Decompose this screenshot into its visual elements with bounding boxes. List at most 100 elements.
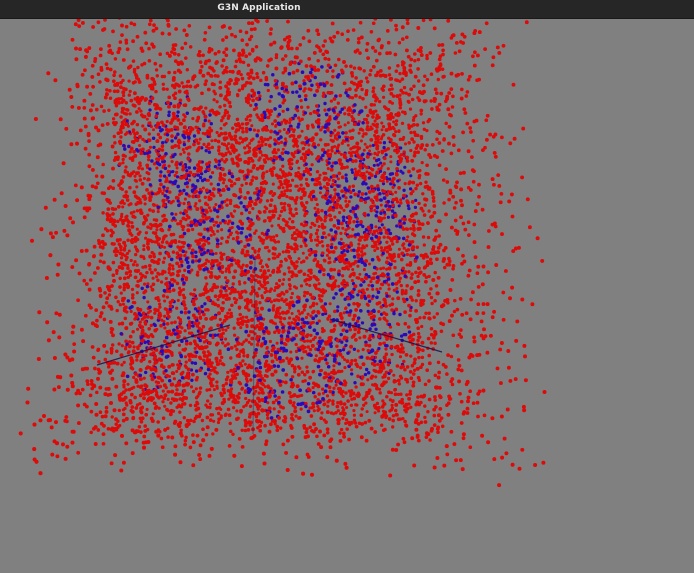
blue-point <box>277 137 281 141</box>
red-point <box>405 365 410 369</box>
blue-point <box>164 152 168 156</box>
red-point <box>270 171 274 176</box>
red-point <box>251 246 255 251</box>
blue-point <box>379 198 383 202</box>
red-point <box>340 32 345 37</box>
red-point <box>212 98 216 102</box>
red-point <box>464 94 469 98</box>
red-point <box>315 434 319 439</box>
red-point <box>220 362 225 366</box>
red-point <box>417 335 422 339</box>
red-point <box>326 404 330 408</box>
red-point <box>167 70 171 75</box>
red-point <box>322 171 326 175</box>
red-point <box>338 125 342 129</box>
red-point <box>423 382 428 387</box>
red-point <box>316 58 320 63</box>
red-point <box>257 158 261 162</box>
red-point <box>337 390 342 394</box>
blue-point <box>323 101 327 106</box>
red-point <box>235 117 240 122</box>
blue-point <box>353 176 357 181</box>
red-point <box>315 44 319 48</box>
red-point <box>296 309 301 313</box>
red-point <box>218 221 222 225</box>
blue-point <box>359 309 363 313</box>
red-point <box>332 364 336 368</box>
red-point <box>282 299 287 304</box>
red-point <box>393 388 397 392</box>
red-point <box>363 420 368 425</box>
red-point <box>429 99 433 103</box>
red-point <box>219 414 223 418</box>
red-point <box>427 209 431 213</box>
red-point <box>138 320 142 324</box>
red-point <box>139 254 144 259</box>
red-point <box>294 333 298 338</box>
red-point <box>110 343 115 347</box>
red-point <box>385 394 389 399</box>
red-point <box>162 256 167 260</box>
red-point <box>248 74 253 79</box>
red-point <box>153 82 157 86</box>
red-point <box>123 309 127 313</box>
red-point <box>220 264 225 269</box>
red-point <box>101 162 105 167</box>
red-point <box>417 201 421 206</box>
red-point <box>275 234 279 238</box>
red-point <box>385 179 389 183</box>
red-point <box>428 438 432 442</box>
blue-point <box>303 111 308 115</box>
red-point <box>229 368 234 373</box>
red-point <box>423 147 427 152</box>
red-point <box>119 80 123 85</box>
red-point <box>315 243 319 247</box>
red-point <box>144 231 149 235</box>
red-point <box>317 224 321 229</box>
red-point <box>410 285 414 290</box>
red-point <box>142 247 146 252</box>
red-point <box>316 208 320 212</box>
red-point <box>219 118 224 123</box>
point-cloud-canvas[interactable] <box>0 19 694 573</box>
red-point <box>313 206 317 210</box>
red-point <box>421 121 426 125</box>
red-point <box>240 122 245 126</box>
red-point <box>351 128 355 132</box>
red-point <box>158 384 163 389</box>
red-point <box>233 34 238 39</box>
red-point <box>314 197 318 202</box>
red-point <box>136 327 140 331</box>
red-point <box>122 360 126 364</box>
red-point <box>397 382 402 386</box>
red-point <box>111 178 116 183</box>
red-point <box>255 343 259 347</box>
red-point <box>240 211 244 216</box>
red-point <box>411 118 416 122</box>
red-point <box>386 363 391 367</box>
render-viewport[interactable] <box>0 19 694 573</box>
red-point <box>127 79 131 83</box>
red-point <box>138 178 143 182</box>
red-point <box>365 287 369 291</box>
blue-point <box>364 197 368 201</box>
red-point <box>431 199 436 203</box>
red-point <box>229 356 233 360</box>
red-point <box>193 346 197 350</box>
blue-point <box>351 295 355 299</box>
blue-point <box>203 302 207 306</box>
blue-point <box>280 390 285 394</box>
window-title-bar[interactable]: G3N Application <box>0 0 694 19</box>
red-point <box>441 178 446 182</box>
blue-point <box>203 118 208 123</box>
red-point <box>245 400 250 405</box>
red-point <box>265 64 270 68</box>
red-point <box>176 53 181 57</box>
blue-point <box>345 188 349 192</box>
red-point <box>289 295 293 300</box>
red-point <box>373 248 377 253</box>
red-point <box>244 320 249 324</box>
blue-point <box>357 190 361 194</box>
red-point <box>162 235 166 240</box>
blue-point <box>221 218 225 223</box>
